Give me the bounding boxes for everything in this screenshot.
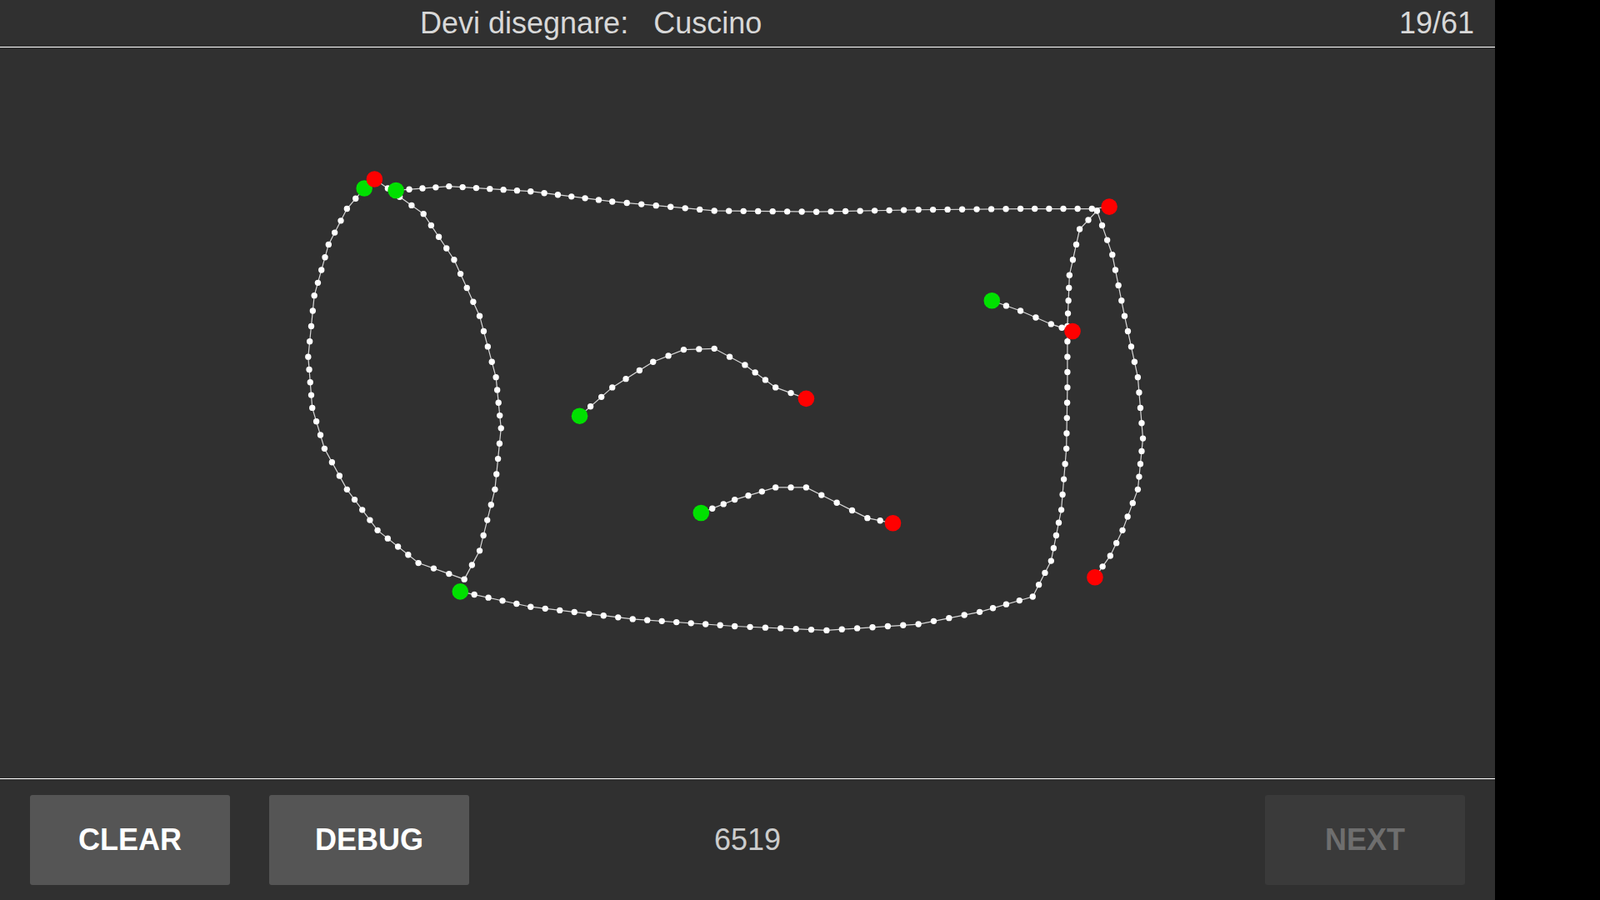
stroke-start-dot xyxy=(983,292,1000,310)
stroke-end-dot xyxy=(798,390,815,408)
stroke-start-dot xyxy=(571,407,589,425)
stroke-start-dot xyxy=(451,583,469,600)
stroke xyxy=(983,292,1080,340)
prompt-label: Devi disegnare: xyxy=(420,0,629,46)
stroke xyxy=(451,207,1146,634)
app: Devi disegnare: Cuscino 19/61 CLEAR DEBUG 651… xyxy=(0,0,1600,900)
counter: 19/61 xyxy=(1399,0,1475,46)
drawing-strokes xyxy=(0,47,1495,779)
debug-button[interactable]: DEBUG xyxy=(269,795,470,885)
prompt-word: Cuscino xyxy=(653,0,762,46)
stroke-start-dot xyxy=(387,182,405,200)
drawing-canvas[interactable] xyxy=(0,47,1495,779)
stroke-start-dot xyxy=(692,505,710,522)
stroke-end-dot xyxy=(1100,198,1118,215)
stroke-end-dot xyxy=(885,515,902,532)
clear-button[interactable]: CLEAR xyxy=(30,795,230,885)
next-button[interactable]: NEXT xyxy=(1265,795,1465,885)
left-buttons: CLEAR DEBUG xyxy=(30,795,509,885)
footer-bar: CLEAR DEBUG 6519 NEXT xyxy=(0,778,1495,900)
stroke xyxy=(571,345,815,425)
stroke xyxy=(305,170,505,583)
stroke-end-dot xyxy=(366,170,384,188)
main-panel: Devi disegnare: Cuscino 19/61 CLEAR DEBUG 651… xyxy=(0,0,1495,900)
score: 6519 xyxy=(508,817,987,863)
right-buttons: NEXT xyxy=(986,795,1465,885)
stroke-end-dot xyxy=(1086,569,1104,586)
stroke xyxy=(692,484,901,531)
stroke-end-dot xyxy=(1064,323,1081,340)
stroke xyxy=(387,182,1118,215)
header-bar: Devi disegnare: Cuscino 19/61 xyxy=(0,0,1495,48)
